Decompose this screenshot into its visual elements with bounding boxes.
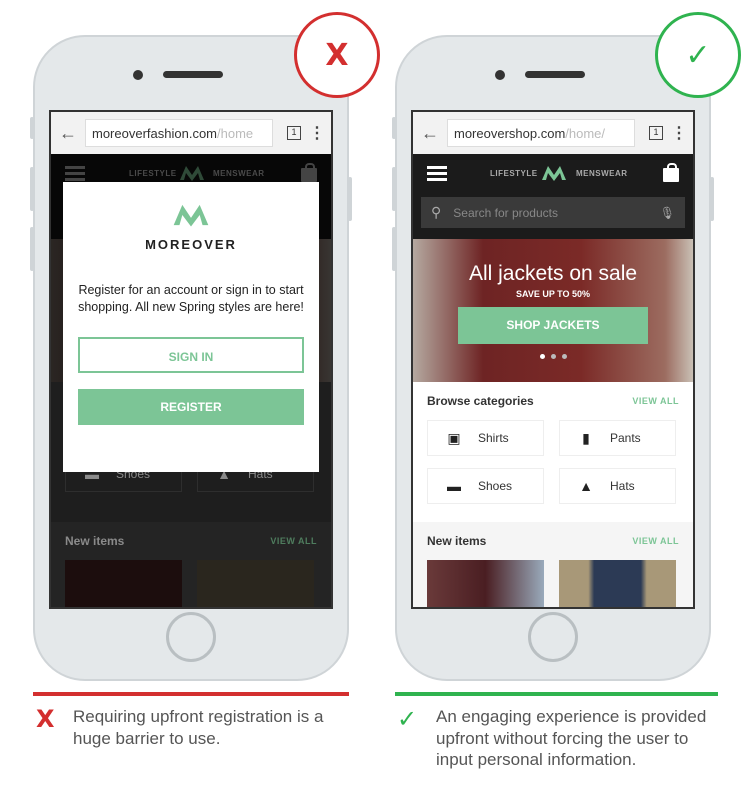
url-host: moreoverfashion.com — [92, 125, 217, 141]
home-button[interactable] — [528, 612, 578, 662]
moreover-logo-icon — [542, 166, 566, 181]
shop-jackets-button[interactable]: SHOP JACKETS — [458, 307, 648, 344]
search-placeholder: Search for products — [453, 205, 558, 220]
register-button[interactable]: REGISTER — [78, 389, 304, 425]
shopping-bag-icon[interactable] — [663, 163, 679, 182]
divider-bad — [33, 692, 349, 696]
view-all-link[interactable]: VIEW ALL — [632, 536, 679, 546]
x-icon: X — [36, 705, 55, 733]
nav-lifestyle[interactable]: LIFESTYLE — [129, 169, 177, 178]
category-shoes[interactable]: ▬ Shoes — [427, 468, 544, 504]
new-items-section: New items VIEW ALL — [413, 522, 693, 607]
nav-menswear[interactable]: MENSWEAR — [213, 169, 265, 178]
tabs-button[interactable]: 1 — [649, 126, 663, 140]
screen: ← moreoverfashion.com/home 1 ⋮ LIFESTYLE… — [49, 110, 333, 609]
speaker — [163, 71, 223, 78]
phone-good-example: ← moreovershop.com/home/ 1 ⋮ LIFESTYLE M… — [392, 35, 714, 681]
url-field[interactable]: moreoverfashion.com/home — [85, 119, 273, 147]
view-all-link[interactable]: VIEW ALL — [632, 396, 679, 406]
shoe-icon: ▬ — [447, 478, 461, 494]
sign-in-button[interactable]: SIGN IN — [78, 337, 304, 373]
hat-icon: ▲ — [579, 478, 593, 494]
hero-subtitle: SAVE UP TO 50% — [515, 289, 591, 299]
carousel-dots[interactable] — [413, 354, 693, 359]
hero-title: All jackets on sale — [468, 262, 638, 285]
hamburger-menu-icon[interactable] — [65, 166, 85, 181]
check-icon: ✓ — [397, 705, 418, 733]
section-title: Browse categories — [427, 394, 534, 408]
microphone-icon[interactable]: 🎙 — [660, 206, 675, 220]
category-shirts[interactable]: ▣ Shirts — [427, 420, 544, 456]
nav-menswear[interactable]: MENSWEAR — [576, 169, 628, 178]
moreover-logo-icon — [173, 204, 209, 227]
search-input[interactable]: ⚲ Search for products 🎙 — [421, 197, 685, 228]
pants-icon: ▮ — [582, 429, 590, 446]
hero-banner: All jackets on sale SAVE UP TO 50% SHOP … — [413, 239, 693, 382]
x-icon: X — [294, 12, 380, 98]
caption-good: An engaging experience is provided upfro… — [436, 707, 707, 769]
category-label: Hats — [610, 479, 635, 493]
url-field[interactable]: moreovershop.com/home/ — [447, 119, 635, 147]
camera — [133, 70, 143, 80]
more-menu-icon[interactable]: ⋮ — [671, 123, 687, 143]
section-title: New items — [65, 534, 125, 548]
home-button[interactable] — [166, 612, 216, 662]
category-pants[interactable]: ▮ Pants — [559, 420, 676, 456]
product-thumbnail[interactable] — [65, 560, 182, 607]
back-arrow-icon[interactable]: ← — [421, 123, 439, 144]
categories-section: Browse categories VIEW ALL ▣ Shirts ▮ Pants… — [413, 382, 693, 504]
section-title: New items — [427, 534, 487, 548]
more-menu-icon[interactable]: ⋮ — [309, 123, 325, 143]
modal-message: Register for an account or sign in to st… — [78, 283, 304, 314]
url-path: /home/ — [565, 125, 606, 141]
tabs-button[interactable]: 1 — [287, 126, 301, 140]
product-thumbnail[interactable] — [559, 560, 676, 607]
phone-bad-example: ← moreoverfashion.com/home 1 ⋮ LIFESTYLE… — [30, 35, 352, 681]
category-hats[interactable]: ▲ Hats — [559, 468, 676, 504]
speaker — [525, 71, 585, 78]
browser-bar: ← moreoverfashion.com/home 1 ⋮ — [51, 112, 331, 154]
url-host: moreovershop.com — [454, 125, 566, 141]
category-label: Pants — [610, 431, 641, 445]
new-items-section: New items VIEW ALL — [51, 522, 331, 607]
caption-bad: Requiring upfront registration is a huge… — [73, 707, 324, 748]
site-header: LIFESTYLE MENSWEAR ⚲ Search for products… — [413, 154, 693, 239]
product-thumbnail[interactable] — [197, 560, 314, 607]
camera — [495, 70, 505, 80]
nav-lifestyle[interactable]: LIFESTYLE — [490, 169, 538, 178]
browser-bar: ← moreovershop.com/home/ 1 ⋮ — [413, 112, 693, 154]
category-label: Shirts — [478, 431, 509, 445]
shopping-bag-icon[interactable] — [301, 163, 317, 182]
view-all-link[interactable]: VIEW ALL — [270, 536, 317, 546]
check-icon: ✓ — [655, 12, 741, 98]
search-icon: ⚲ — [431, 204, 442, 220]
hamburger-menu-icon[interactable] — [427, 166, 447, 181]
back-arrow-icon[interactable]: ← — [59, 123, 77, 144]
registration-modal: MOREOVER Register for an account or sign… — [63, 182, 319, 472]
brand-name: MOREOVER — [145, 237, 237, 252]
category-label: Shoes — [478, 479, 513, 493]
screen: ← moreovershop.com/home/ 1 ⋮ LIFESTYLE M… — [411, 110, 695, 609]
shirt-icon: ▣ — [447, 429, 461, 446]
url-path: /home — [217, 125, 254, 141]
moreover-logo-icon — [180, 166, 204, 181]
product-thumbnail[interactable] — [427, 560, 544, 607]
divider-good — [395, 692, 718, 696]
